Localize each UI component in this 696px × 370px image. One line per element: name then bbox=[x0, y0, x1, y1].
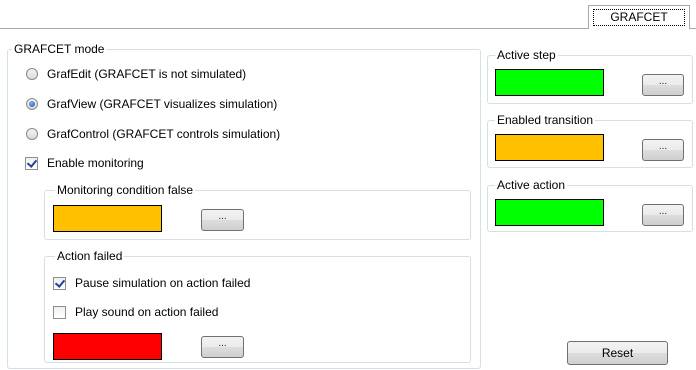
tab-grafcet-label: GRAFCET bbox=[593, 9, 685, 26]
grafcet-mode-title: GRAFCET mode bbox=[12, 42, 107, 56]
enabled-transition-color-button[interactable]: ... bbox=[642, 139, 684, 161]
enable-monitoring-label: Enable monitoring bbox=[47, 156, 144, 170]
monitoring-condition-title: Monitoring condition false bbox=[55, 183, 196, 197]
pause-on-failure-check[interactable] bbox=[53, 276, 66, 290]
pause-on-failure-checkbox[interactable]: Pause simulation on action failed bbox=[53, 276, 250, 290]
monitoring-condition-color-button[interactable]: ... bbox=[201, 209, 244, 231]
pause-on-failure-label: Pause simulation on action failed bbox=[75, 276, 251, 290]
radio-grafcontrol-circle[interactable] bbox=[26, 128, 38, 140]
play-sound-check[interactable] bbox=[53, 305, 66, 319]
enable-monitoring-check[interactable] bbox=[25, 156, 38, 170]
active-step-color-swatch bbox=[495, 69, 604, 96]
monitoring-condition-color-swatch bbox=[53, 205, 162, 232]
action-failed-color-button[interactable]: ... bbox=[201, 336, 244, 358]
radio-grafedit-circle[interactable] bbox=[26, 68, 38, 80]
reset-button[interactable]: Reset bbox=[567, 341, 668, 365]
radio-grafcontrol[interactable]: GrafControl (GRAFCET controls simulation… bbox=[26, 127, 280, 141]
radio-grafedit[interactable]: GrafEdit (GRAFCET is not simulated) bbox=[26, 67, 246, 81]
radio-grafedit-label: GrafEdit (GRAFCET is not simulated) bbox=[47, 67, 247, 81]
enabled-transition-color-swatch bbox=[495, 134, 604, 161]
active-step-title: Active step bbox=[495, 48, 558, 62]
enabled-transition-title: Enabled transition bbox=[495, 113, 596, 127]
active-action-title: Active action bbox=[495, 178, 568, 192]
enable-monitoring-checkbox[interactable]: Enable monitoring bbox=[25, 156, 144, 170]
play-sound-label: Play sound on action failed bbox=[75, 305, 219, 319]
tab-grafcet[interactable]: GRAFCET bbox=[588, 5, 690, 28]
active-action-color-button[interactable]: ... bbox=[642, 204, 684, 226]
active-action-color-swatch bbox=[495, 199, 604, 226]
tab-join bbox=[589, 28, 689, 29]
active-step-color-button[interactable]: ... bbox=[642, 74, 684, 96]
radio-grafview-label: GrafView (GRAFCET visualizes simulation) bbox=[47, 97, 278, 111]
radio-grafview[interactable]: GrafView (GRAFCET visualizes simulation) bbox=[26, 97, 277, 111]
action-failed-color-swatch bbox=[53, 333, 162, 360]
radio-grafview-circle[interactable] bbox=[26, 98, 38, 110]
radio-grafcontrol-label: GrafControl (GRAFCET controls simulation… bbox=[47, 127, 281, 141]
action-failed-title: Action failed bbox=[55, 249, 125, 263]
play-sound-checkbox[interactable]: Play sound on action failed bbox=[53, 305, 218, 319]
